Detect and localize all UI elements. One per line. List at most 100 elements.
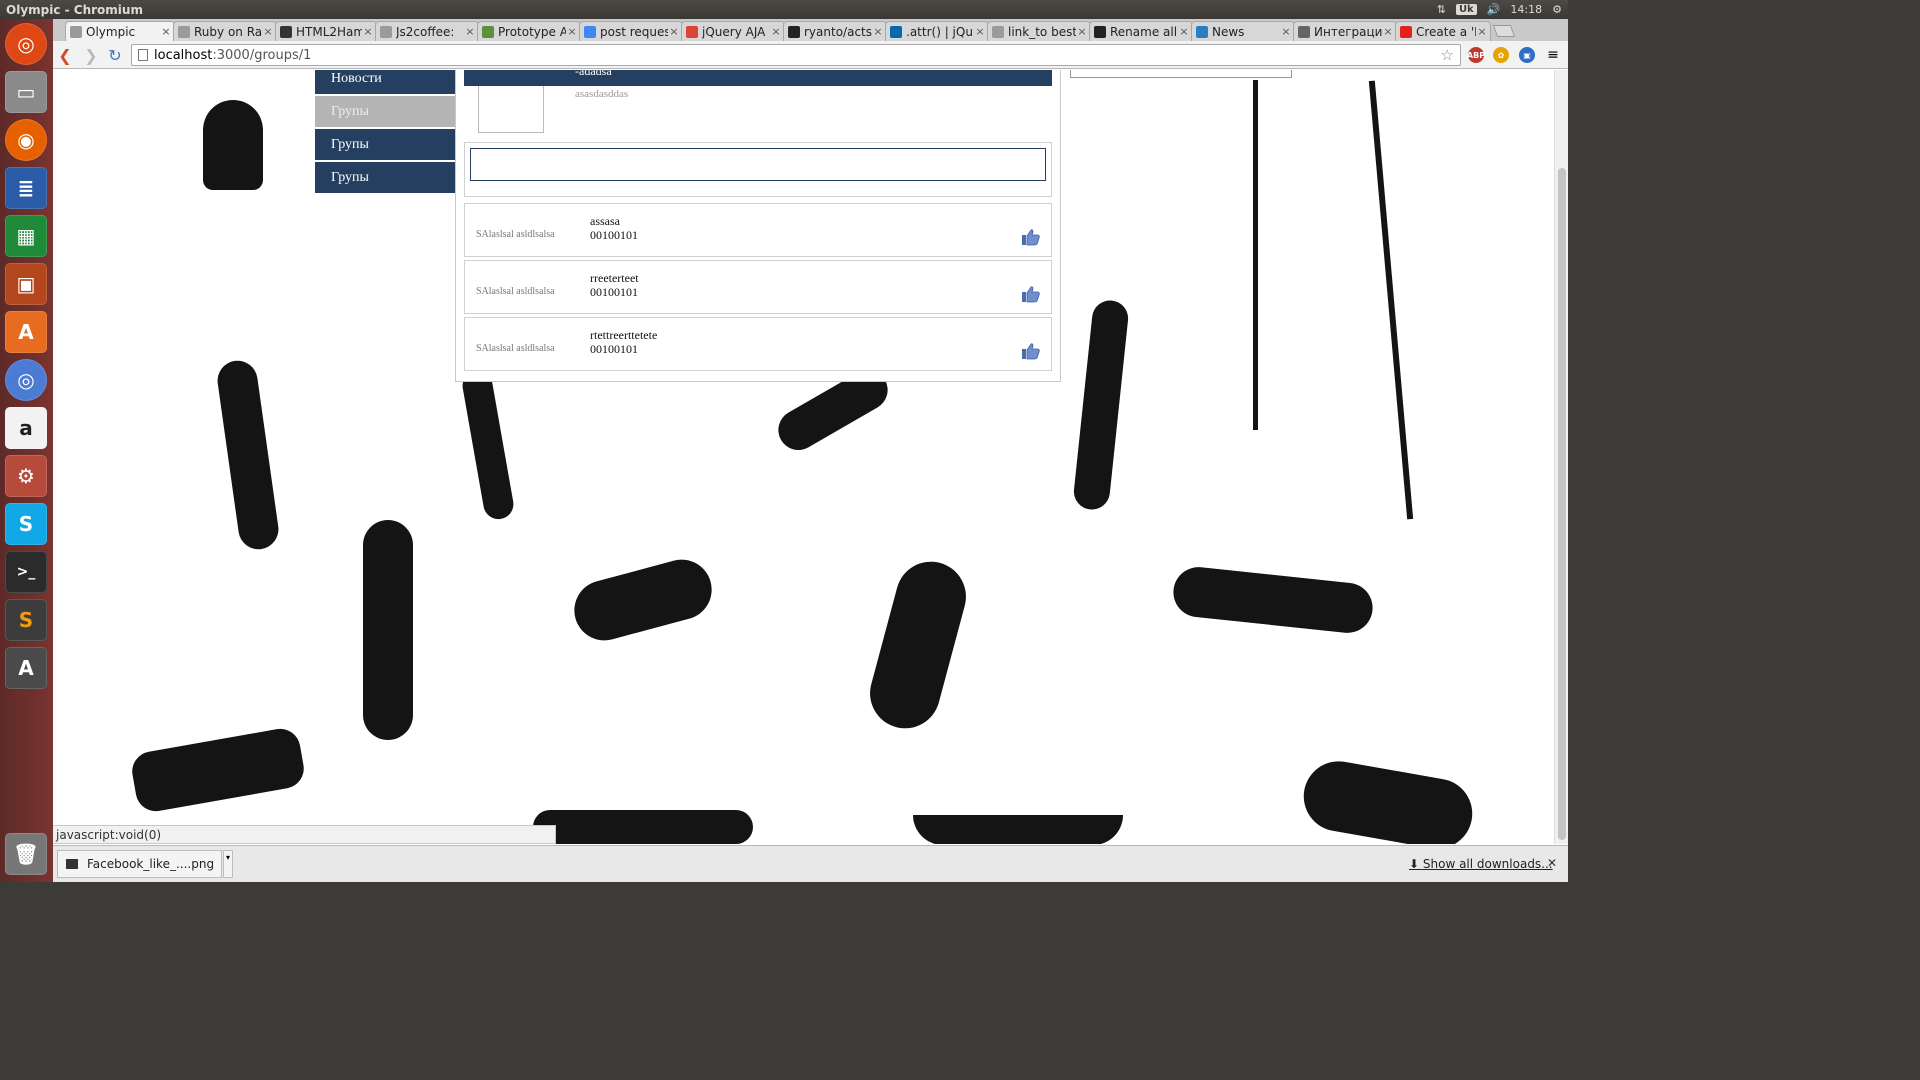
tab-close-icon[interactable]: ×	[974, 25, 986, 38]
tab-label: jQuery AJA	[702, 24, 766, 39]
page-icon	[380, 25, 392, 38]
tab-label: Create a 'Li	[1416, 24, 1476, 39]
post-text: rtettreerttetete	[590, 328, 658, 342]
tab-label: Rename all	[1110, 24, 1178, 39]
ubuntu-dash-icon[interactable]: ◎	[5, 23, 47, 65]
scrollbar-thumb[interactable]	[1558, 168, 1566, 840]
terminal-icon[interactable]: >_	[5, 551, 47, 593]
browser-tab[interactable]: Ruby on Rai ×	[173, 21, 277, 41]
browser-tab[interactable]: Prototype A ×	[477, 21, 581, 41]
tab-close-icon[interactable]: ×	[362, 25, 374, 38]
bookmark-star-icon[interactable]: ☆	[1441, 46, 1454, 64]
reload-icon[interactable]: ↻	[105, 45, 125, 65]
address-bar[interactable]: localhost:3000/groups/1 ☆	[131, 44, 1461, 66]
menu-item-groups[interactable]: Групы	[315, 129, 455, 160]
chromium-window: Olympic × Ruby on Rai × HTML2Ham × Js2coffee: …	[53, 19, 1568, 882]
like-thumbs-up-icon[interactable]	[1021, 228, 1041, 246]
browser-tab[interactable]: News ×	[1191, 21, 1295, 41]
browser-tab[interactable]: jQuery AJA ×	[681, 21, 785, 41]
tab-label: HTML2Ham	[296, 24, 362, 39]
sound-icon[interactable]: 🔊	[1487, 3, 1501, 16]
browser-tab[interactable]: Js2coffee: ×	[375, 21, 479, 41]
file-icon	[66, 859, 78, 869]
athlete-silhouette	[862, 553, 974, 737]
pole-silhouette	[1253, 80, 1258, 430]
tab-close-icon[interactable]: ×	[1476, 25, 1488, 38]
pole-silhouette	[1368, 80, 1414, 520]
like-thumbs-up-icon[interactable]	[1021, 342, 1041, 360]
group-panel: -adadsa asasdasddas SAlaslsal asldlsalsa…	[455, 70, 1061, 382]
system-settings-icon[interactable]: ⚙	[5, 455, 47, 497]
tab-close-icon[interactable]: ×	[1178, 25, 1190, 38]
browser-tab[interactable]: Интеграци ×	[1293, 21, 1397, 41]
post-code: 00100101	[590, 342, 638, 356]
menu-item-news[interactable]: Новости	[315, 70, 455, 94]
sublime-text-icon[interactable]: S	[5, 599, 47, 641]
page-scrollbar[interactable]	[1554, 70, 1568, 844]
tab-close-icon[interactable]: ×	[262, 25, 274, 38]
browser-tab[interactable]: .attr() | jQu ×	[885, 21, 989, 41]
tab-close-icon[interactable]: ×	[668, 25, 680, 38]
group-avatar-header	[478, 70, 544, 86]
forward-icon[interactable]: ❯	[81, 45, 101, 65]
menu-item-groups[interactable]: Групы	[315, 162, 455, 193]
browser-tab[interactable]: HTML2Ham ×	[275, 21, 377, 41]
browser-tab[interactable]: post reques ×	[579, 21, 683, 41]
group-name[interactable]: -adadsa	[575, 70, 612, 79]
firefox-icon[interactable]: ◉	[5, 119, 47, 161]
browser-tab[interactable]: Rename all ×	[1089, 21, 1193, 41]
impress-icon[interactable]: ▣	[5, 263, 47, 305]
amazon-icon[interactable]: a	[5, 407, 47, 449]
menu-item-label: Групы	[331, 136, 369, 152]
update-manager-icon[interactable]: A	[5, 647, 47, 689]
download-menu-caret-icon[interactable]: ▾	[223, 850, 233, 878]
adblock-plus-icon[interactable]: ABP	[1467, 47, 1485, 63]
post-code: 00100101	[590, 285, 638, 299]
new-tab-button[interactable]	[1492, 25, 1516, 37]
side-menu: Новости Групы Групы Групы	[315, 70, 455, 195]
menu-item-groups[interactable]: Групы	[315, 96, 455, 127]
clock[interactable]: 14:18	[1510, 3, 1542, 16]
files-icon[interactable]: ▭	[5, 71, 47, 113]
tab-close-icon[interactable]: ×	[464, 25, 476, 38]
tab-close-icon[interactable]: ×	[1280, 25, 1292, 38]
new-post-input[interactable]	[470, 148, 1046, 181]
keyboard-layout-indicator[interactable]: Uk	[1455, 4, 1477, 15]
browser-tab[interactable]: Create a 'Li×	[1395, 21, 1491, 41]
calc-icon[interactable]: ▦	[5, 215, 47, 257]
show-all-downloads-link[interactable]: ⬇ Show all downloads...	[1409, 857, 1553, 871]
menu-icon[interactable]: ≡	[1543, 45, 1563, 65]
like-thumbs-up-icon[interactable]	[1021, 285, 1041, 303]
close-downloads-bar-icon[interactable]: ✕	[1547, 856, 1557, 870]
system-tray: ⇅ Uk 🔊 14:18 ⚙	[1437, 0, 1562, 19]
right-widget	[1070, 70, 1292, 78]
status-bubble: javascript:void(0)	[53, 825, 556, 844]
extension-paw-icon[interactable]: ✿	[1493, 47, 1509, 63]
browser-tab[interactable]: Olympic ×	[65, 21, 175, 41]
tab-close-icon[interactable]: ×	[160, 25, 172, 38]
tab-strip: Olympic × Ruby on Rai × HTML2Ham × Js2coffee: …	[53, 19, 1568, 41]
software-center-icon[interactable]: A	[5, 311, 47, 353]
tab-label: link_to best	[1008, 24, 1076, 39]
settings-gear-icon[interactable]: ⚙	[1552, 3, 1562, 16]
tab-close-icon[interactable]: ×	[770, 25, 782, 38]
writer-icon[interactable]: ≣	[5, 167, 47, 209]
network-icon[interactable]: ⇅	[1437, 3, 1446, 16]
tab-close-icon[interactable]: ×	[566, 25, 578, 38]
browser-tab[interactable]: link_to best ×	[987, 21, 1091, 41]
tab-close-icon[interactable]: ×	[1382, 25, 1394, 38]
back-icon[interactable]: ❮	[55, 45, 75, 65]
tab-close-icon[interactable]: ×	[1076, 25, 1088, 38]
tab-close-icon[interactable]: ×	[872, 25, 884, 38]
download-item[interactable]: Facebook_like_....png	[57, 850, 222, 878]
trash-icon[interactable]: 🗑	[5, 833, 47, 875]
athlete-silhouette	[460, 368, 516, 522]
extension-lock-icon[interactable]: ▣	[1519, 47, 1535, 63]
athlete-silhouette	[214, 358, 282, 552]
chromium-icon[interactable]: ◎	[5, 359, 47, 401]
browser-tab[interactable]: ryanto/acts ×	[783, 21, 887, 41]
window-title: Olympic - Chromium	[6, 2, 143, 17]
url-path: :3000/groups/1	[212, 47, 312, 63]
skype-icon[interactable]: S	[5, 503, 47, 545]
post-author: SAlaslsal asldlsalsa	[476, 286, 555, 297]
